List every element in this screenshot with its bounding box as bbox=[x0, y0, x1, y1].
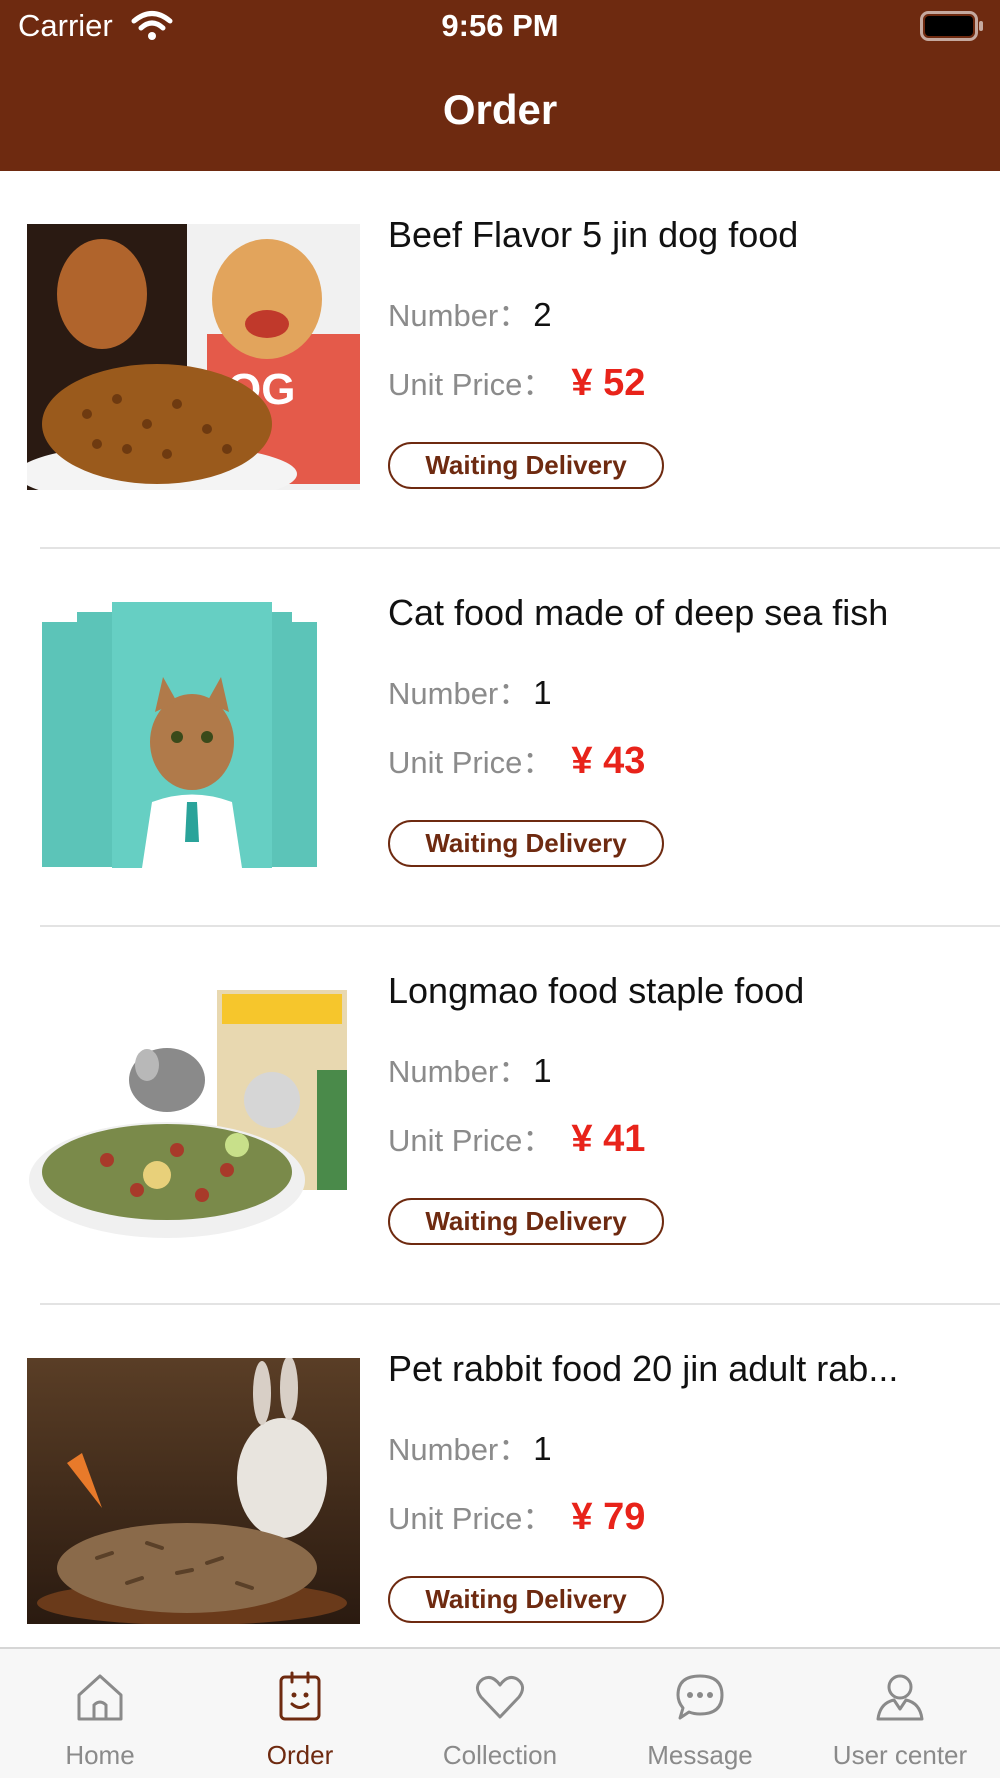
tab-message[interactable]: Message bbox=[600, 1649, 800, 1780]
quantity-value: 1 bbox=[533, 674, 552, 711]
top-header: Carrier 9:56 PM Order bbox=[0, 0, 1000, 171]
chinchilla-food-image bbox=[27, 980, 360, 1246]
message-icon bbox=[676, 1674, 724, 1720]
price-label: Unit Price： bbox=[388, 367, 554, 402]
price-value: ¥ 79 bbox=[571, 1496, 646, 1538]
price-label: Unit Price： bbox=[388, 745, 554, 780]
tab-label: Order bbox=[266, 1740, 334, 1770]
order-title: Pet rabbit food 20 jin adult rab... bbox=[388, 1348, 899, 1389]
user-icon bbox=[876, 1674, 924, 1721]
tab-order[interactable]: Order bbox=[200, 1649, 400, 1780]
order-item[interactable]: Longmao food staple food Number： 1 Unit P… bbox=[0, 927, 1000, 1305]
price-row: Unit Price： ¥ 41 bbox=[388, 1115, 645, 1161]
quantity-label: Number： bbox=[388, 1432, 530, 1467]
status-button[interactable]: Waiting Delivery bbox=[388, 1198, 664, 1245]
order-item[interactable]: OG Beef Flavor 5 jin dog food Number： 2 U… bbox=[0, 171, 1000, 549]
status-button[interactable]: Waiting Delivery bbox=[388, 1576, 664, 1623]
price-value: ¥ 52 bbox=[571, 362, 646, 404]
quantity-row: Number： 1 bbox=[388, 1046, 552, 1091]
price-row: Unit Price： ¥ 43 bbox=[388, 737, 645, 783]
quantity-label: Number： bbox=[388, 298, 530, 333]
tab-label: Collection bbox=[442, 1740, 558, 1770]
tab-bar: Home Order Collection Message User cente… bbox=[0, 1647, 1000, 1778]
tab-collection[interactable]: Collection bbox=[400, 1649, 600, 1780]
order-list[interactable]: OG Beef Flavor 5 jin dog food Number： 2 U… bbox=[0, 171, 1000, 1647]
tab-label: Home bbox=[65, 1740, 135, 1770]
price-label: Unit Price： bbox=[388, 1123, 554, 1158]
tab-label: Message bbox=[647, 1740, 753, 1770]
heart-icon bbox=[476, 1676, 524, 1719]
quantity-label: Number： bbox=[388, 676, 530, 711]
price-value: ¥ 43 bbox=[571, 740, 646, 782]
order-item[interactable]: Cat food made of deep sea fish Number： 1 … bbox=[0, 549, 1000, 927]
quantity-value: 1 bbox=[533, 1052, 552, 1089]
order-item[interactable]: Pet rabbit food 20 jin adult rab... Numb… bbox=[0, 1305, 1000, 1647]
quantity-label: Number： bbox=[388, 1054, 530, 1089]
tab-label: User center bbox=[832, 1740, 968, 1770]
battery-icon bbox=[920, 11, 983, 41]
quantity-row: Number： 1 bbox=[388, 668, 552, 713]
order-title: Cat food made of deep sea fish bbox=[388, 592, 889, 633]
home-icon bbox=[77, 1674, 123, 1721]
price-row: Unit Price： ¥ 79 bbox=[388, 1493, 645, 1539]
order-title: Longmao food staple food bbox=[388, 970, 805, 1011]
price-label: Unit Price： bbox=[388, 1501, 554, 1536]
status-time: 9:56 PM bbox=[441, 8, 559, 43]
status-button[interactable]: Waiting Delivery bbox=[388, 442, 664, 489]
rabbit-food-image bbox=[27, 1358, 360, 1624]
price-row: Unit Price： ¥ 52 bbox=[388, 359, 645, 405]
order-title: Beef Flavor 5 jin dog food bbox=[388, 214, 799, 255]
status-button[interactable]: Waiting Delivery bbox=[388, 820, 664, 867]
price-value: ¥ 41 bbox=[571, 1118, 646, 1160]
page-title: Order bbox=[442, 86, 558, 133]
dog-food-image: OG bbox=[27, 224, 360, 490]
order-icon bbox=[279, 1671, 321, 1721]
tab-home[interactable]: Home bbox=[0, 1649, 200, 1780]
tab-user-center[interactable]: User center bbox=[800, 1649, 1000, 1780]
cat-food-image bbox=[27, 602, 360, 868]
quantity-value: 2 bbox=[533, 296, 552, 333]
quantity-row: Number： 2 bbox=[388, 290, 552, 335]
quantity-row: Number： 1 bbox=[388, 1424, 552, 1469]
quantity-value: 1 bbox=[533, 1430, 552, 1467]
